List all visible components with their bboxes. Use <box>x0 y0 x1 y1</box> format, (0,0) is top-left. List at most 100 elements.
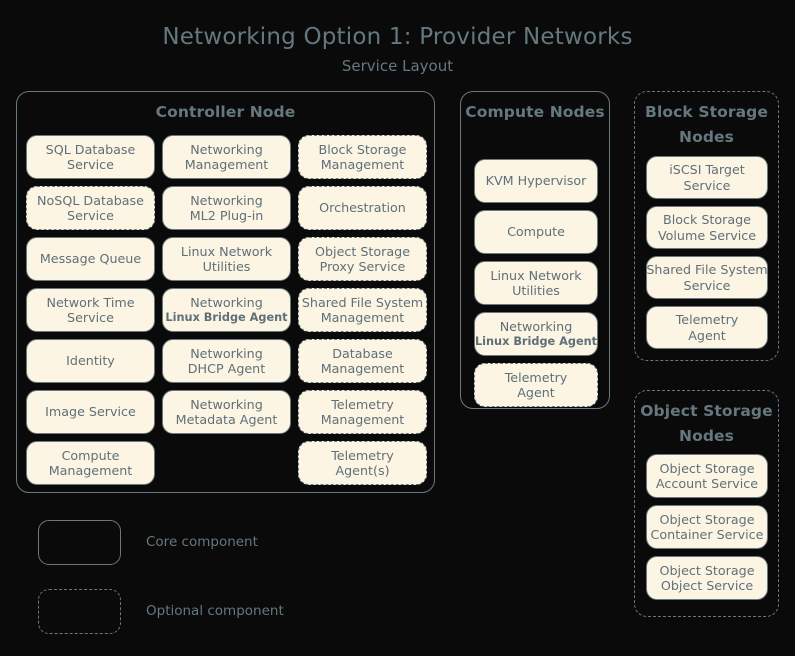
group-controller-node: Controller Node SQL Database Service NoSQL… <box>16 91 435 493</box>
service-label-line2: Management <box>320 310 405 325</box>
service-label-line1: Telemetry <box>331 447 394 463</box>
group-title-line2: Nodes <box>549 103 605 121</box>
legend-row-core: Core component <box>38 518 284 566</box>
service-box-networking-ml2-plug-in[interactable]: Networking ML2 Plug-in <box>162 186 291 230</box>
service-box-telemetry-agent[interactable]: Telemetry Agent <box>474 363 598 407</box>
service-label-line1: Networking <box>190 345 263 361</box>
legend-label-optional: Optional component <box>146 603 284 619</box>
service-box-object-storage-proxy-service[interactable]: Object Storage Proxy Service <box>298 237 427 281</box>
service-label-line1: Block Storage <box>318 141 407 157</box>
service-label-line2: Management <box>48 463 133 478</box>
service-box-message-queue[interactable]: Message Queue <box>26 237 155 281</box>
service-box-identity[interactable]: Identity <box>26 339 155 383</box>
group-title-object-storage-nodes: Object Storage Nodes <box>635 391 778 449</box>
service-label-line2: Agent <box>517 385 555 400</box>
service-label-line1: Block Storage <box>663 212 751 227</box>
service-box-networking-management[interactable]: Networking Management <box>162 135 291 179</box>
service-box-sql-database-service[interactable]: SQL Database Service <box>26 135 155 179</box>
service-box-object-storage-container-service[interactable]: Object Storage Container Service <box>646 505 768 549</box>
service-box-database-management[interactable]: Database Management <box>298 339 427 383</box>
service-box-networking-linux-bridge-agent[interactable]: Networking Linux Bridge Agent <box>474 312 598 356</box>
group-compute-nodes: Compute Nodes KVM Hypervisor Compute Linux… <box>460 91 610 409</box>
grid-spacer <box>162 441 291 485</box>
service-label-line2: Volume Service <box>657 227 757 243</box>
service-box-shared-file-system-management[interactable]: Shared File System Management <box>298 288 427 332</box>
service-box-nosql-database-service[interactable]: NoSQL Database Service <box>26 186 155 230</box>
object-storage-nodes-list: Object Storage Account Service Object Stor… <box>646 454 768 600</box>
service-label-line1: Networking <box>190 192 263 208</box>
service-box-iscsi-target-service[interactable]: iSCSI Target Service <box>646 156 768 199</box>
group-title-line1: Object <box>640 402 698 420</box>
service-label-line1: SQL Database <box>45 141 136 157</box>
service-label-line2: Management <box>184 157 269 172</box>
service-label-line2: Linux Bridge Agent <box>165 311 288 324</box>
diagram-title-block: Networking Option 1: Provider Networks S… <box>0 22 795 78</box>
service-label-line2: Agent <box>688 327 726 343</box>
service-label-line1: Shared File System <box>646 262 768 277</box>
service-label-line1: NoSQL Database <box>37 192 144 208</box>
service-box-block-storage-volume-service[interactable]: Block Storage Volume Service <box>646 206 768 249</box>
group-title-block-storage-nodes: Block Storage Nodes <box>635 92 778 150</box>
service-label-line1: Telemetry <box>331 396 394 412</box>
service-box-telemetry-agent-s[interactable]: Telemetry Agent(s) <box>298 441 427 485</box>
service-label-line1: Networking <box>190 396 263 412</box>
service-box-orchestration[interactable]: Orchestration <box>298 186 427 230</box>
service-label-line1: Shared File System <box>301 294 424 310</box>
service-label-line1: Telemetry <box>675 312 739 327</box>
service-label-line2: Account Service <box>655 476 759 491</box>
service-label-line1: iSCSI Target <box>669 162 745 177</box>
service-box-networking-dhcp-agent[interactable]: Networking DHCP Agent <box>162 339 291 383</box>
service-label-line1: Object Storage <box>659 511 755 527</box>
service-label-line1: Networking <box>190 141 263 157</box>
service-label-line2: Proxy Service <box>319 259 406 274</box>
service-label-line2: Utilities <box>202 259 251 274</box>
service-box-block-storage-management[interactable]: Block Storage Management <box>298 135 427 179</box>
group-title-line2: Nodes <box>679 128 734 146</box>
group-title-compute-nodes: Compute Nodes <box>461 92 609 125</box>
service-box-telemetry-management[interactable]: Telemetry Management <box>298 390 427 434</box>
service-box-linux-network-utilities[interactable]: Linux Network Utilities <box>162 237 291 281</box>
service-label-line2: ML2 Plug-in <box>189 208 264 223</box>
service-label-line1: Compute <box>61 447 120 463</box>
service-label-line2: Service <box>67 310 114 325</box>
service-label-line1: Database <box>332 345 393 361</box>
service-box-telemetry-agent[interactable]: Telemetry Agent <box>646 306 768 349</box>
service-box-network-time-service[interactable]: Network Time Service <box>26 288 155 332</box>
service-label-line2: Management <box>320 412 405 427</box>
service-box-networking-linux-bridge-agent[interactable]: Networking Linux Bridge Agent <box>162 288 291 332</box>
controller-column-2: Networking Management Networking ML2 Plug-i… <box>162 135 291 485</box>
service-box-compute-management[interactable]: Compute Management <box>26 441 155 485</box>
service-box-linux-network-utilities[interactable]: Linux Network Utilities <box>474 261 598 305</box>
service-box-object-storage-account-service[interactable]: Object Storage Account Service <box>646 454 768 498</box>
service-box-shared-file-system-service[interactable]: Shared File System Service <box>646 256 768 299</box>
service-box-kvm-hypervisor[interactable]: KVM Hypervisor <box>474 159 598 203</box>
service-label-line2: Agent(s) <box>335 463 390 478</box>
service-label-line2: Service <box>67 208 114 223</box>
service-label-line2: Service <box>683 177 731 193</box>
block-storage-nodes-list: iSCSI Target Service Block Storage Volume S… <box>646 156 768 349</box>
compute-nodes-list: KVM Hypervisor Compute Linux Network Utilit… <box>474 159 598 407</box>
legend-row-optional: Optional component <box>38 587 284 635</box>
service-label-line2: Management <box>320 361 405 376</box>
service-label-line2: Utilities <box>512 283 560 298</box>
service-box-networking-metadata-agent[interactable]: Networking Metadata Agent <box>162 390 291 434</box>
controller-column-3: Block Storage Management Orchestration Obje… <box>298 135 427 485</box>
legend-swatch-core <box>38 519 121 565</box>
service-box-object-storage-object-service[interactable]: Object Storage Object Service <box>646 556 768 600</box>
service-label-line1: Message Queue <box>39 251 142 267</box>
service-label-line2: Management <box>320 157 405 172</box>
page-subtitle: Service Layout <box>341 57 454 75</box>
legend-label-core: Core component <box>146 534 258 550</box>
service-label-line1: Object Storage <box>659 460 755 476</box>
service-label-line1: Orchestration <box>319 200 406 216</box>
service-box-compute[interactable]: Compute <box>474 210 598 254</box>
controller-column-1: SQL Database Service NoSQL Database Service… <box>26 135 155 485</box>
service-label-line1: Compute <box>507 224 565 240</box>
group-object-storage-nodes: Object Storage Nodes Object Storage Accou… <box>634 390 779 617</box>
service-label-line1: Identity <box>66 353 115 369</box>
service-label-line1: Networking <box>190 294 263 310</box>
group-title-line1: Block Storage <box>645 103 768 121</box>
service-box-image-service[interactable]: Image Service <box>26 390 155 434</box>
service-label-line2: Object Service <box>660 578 754 593</box>
service-label-line2: Container Service <box>650 527 764 542</box>
